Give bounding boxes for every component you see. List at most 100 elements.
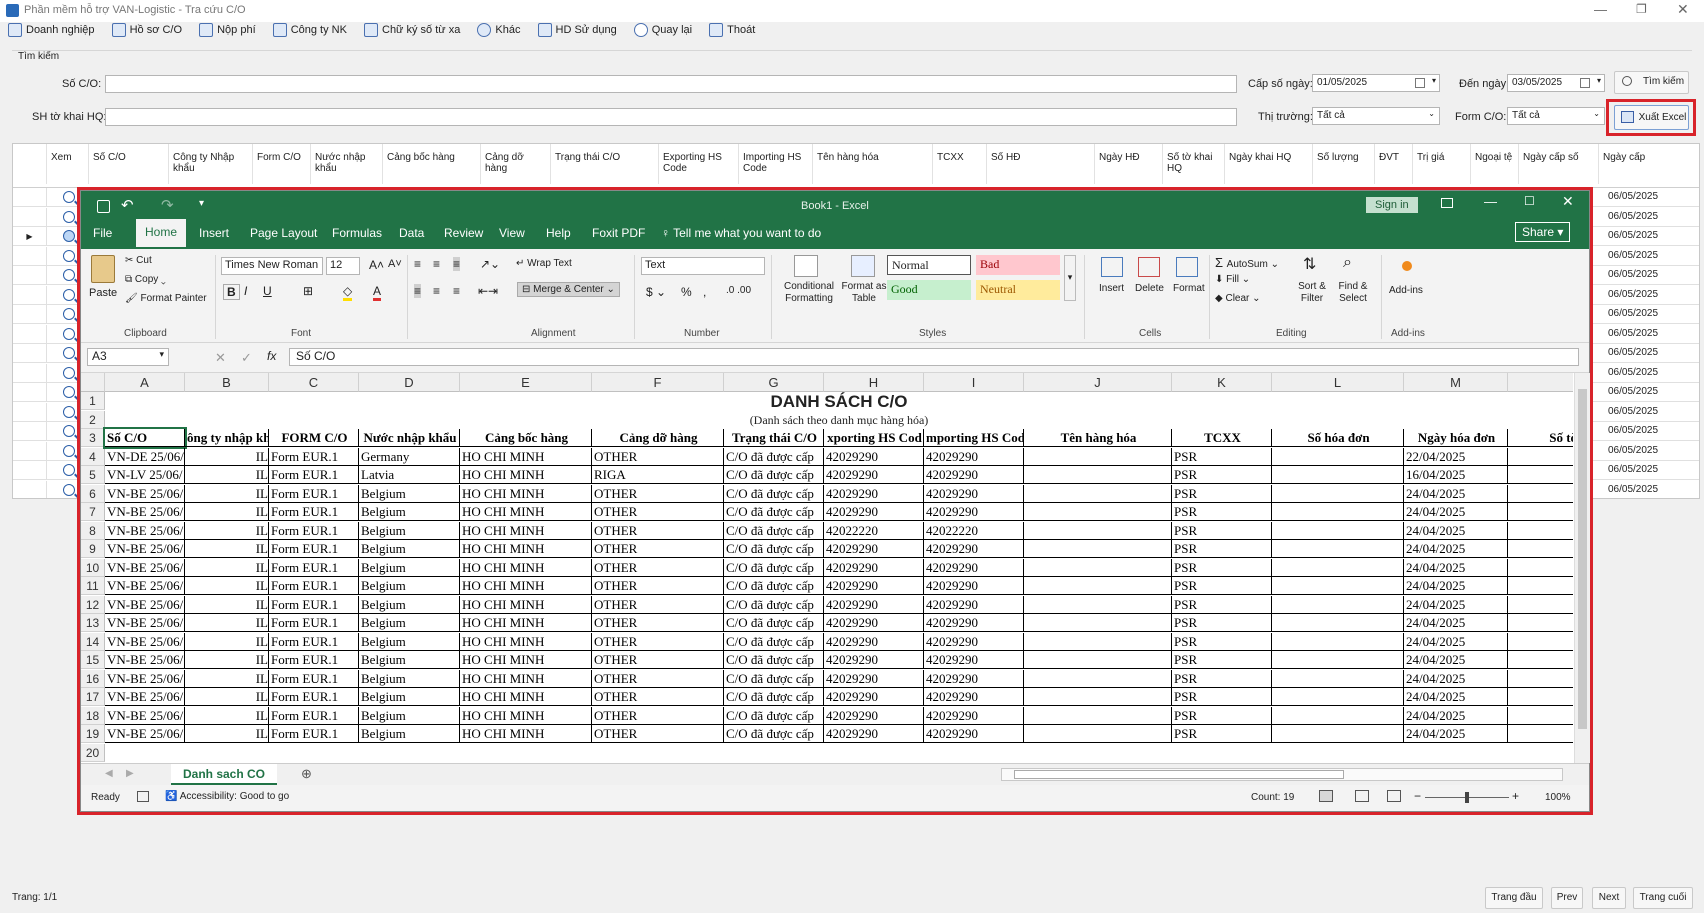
ngay-cap-cell: 06/05/2025 — [1608, 425, 1659, 436]
view-magnifier-icon[interactable] — [63, 308, 75, 320]
grid-col-ngay-khai[interactable]: Ngày khai HQ — [1225, 144, 1313, 184]
grid-col-so-luong[interactable]: Số lượng — [1313, 144, 1375, 184]
ngay-cap-cell: 06/05/2025 — [1608, 269, 1659, 280]
menu-chu-ky-so[interactable]: Chữ ký số từ xa — [364, 23, 460, 37]
view-magnifier-icon[interactable] — [63, 249, 75, 262]
row-indicator — [13, 480, 47, 498]
grid-col-exporting[interactable]: Exporting HS Code — [659, 144, 739, 184]
form-co-select[interactable]: Tất cả ⌄ — [1507, 107, 1605, 125]
grid-header-indicator — [13, 144, 47, 184]
den-ngay-picker[interactable]: 03/05/2025 ▾ — [1507, 74, 1605, 92]
menu-cong-ty-nk[interactable]: Công ty NK — [272, 23, 347, 37]
app-icon — [6, 4, 19, 17]
row-indicator — [13, 324, 47, 344]
minimize-icon[interactable]: — — [1594, 2, 1607, 17]
grid-col-form[interactable]: Form C/O — [253, 144, 311, 184]
grid-header: Xem Số C/O Công ty Nhập khẩu Form C/O Nư… — [13, 144, 1699, 188]
view-magnifier-icon[interactable] — [63, 444, 75, 457]
view-magnifier-icon[interactable] — [63, 327, 75, 340]
view-magnifier-icon[interactable] — [63, 210, 75, 223]
row-indicator — [13, 441, 47, 461]
last-page-button[interactable]: Trang cuối — [1633, 887, 1693, 909]
grid-col-tri-gia[interactable]: Trị giá — [1413, 144, 1471, 184]
menu-thoat[interactable]: Thoát — [709, 23, 755, 37]
grid-col-xem[interactable]: Xem — [47, 144, 89, 184]
prev-page-button[interactable]: Prev — [1551, 887, 1583, 909]
menu-ho-so-co[interactable]: Hồ sơ C/O — [111, 23, 182, 37]
row-indicator: ▶ — [13, 227, 47, 246]
so-co-input[interactable] — [105, 75, 1237, 93]
row-indicator — [13, 305, 47, 324]
row-indicator — [13, 344, 47, 363]
help-icon — [537, 23, 552, 37]
ngay-cap-cell: 06/05/2025 — [1608, 444, 1659, 456]
view-magnifier-icon[interactable] — [63, 425, 75, 437]
grid-col-ngay-hd[interactable]: Ngày HĐ — [1095, 144, 1163, 184]
grid-col-ngay-cap[interactable]: Ngày cấp — [1599, 144, 1699, 184]
first-page-button[interactable]: Trang đầu — [1485, 887, 1543, 909]
row-indicator — [13, 461, 47, 480]
maximize-icon[interactable]: ❐ — [1636, 2, 1647, 16]
form-co-label: Form C/O: — [1455, 111, 1507, 123]
row-indicator — [13, 363, 47, 383]
grid-col-cong-ty[interactable]: Công ty Nhập khẩu — [169, 144, 253, 184]
grid-col-nuoc[interactable]: Nước nhập khẩu — [311, 144, 383, 184]
view-magnifier-icon[interactable] — [63, 288, 75, 301]
menu-nop-phi[interactable]: Nộp phí — [199, 23, 256, 37]
grid-col-dvt[interactable]: ĐVT — [1375, 144, 1413, 184]
grid-col-so-to-khai[interactable]: Số tờ khai HQ — [1163, 144, 1225, 184]
ngay-cap-cell: 06/05/2025 — [1608, 483, 1659, 495]
grid-col-ngoai-te[interactable]: Ngoại tệ — [1471, 144, 1519, 184]
chevron-down-icon: ⌄ — [1428, 109, 1435, 118]
grid-col-so-hd[interactable]: Số HĐ — [987, 144, 1095, 184]
grid-col-cang-boc[interactable]: Cảng bốc hàng — [383, 144, 481, 184]
cap-so-ngay-picker[interactable]: 01/05/2025 ▾ — [1312, 74, 1440, 92]
grid-col-importing[interactable]: Importing HS Code — [739, 144, 813, 184]
ngay-cap-cell: 06/05/2025 — [1608, 230, 1659, 241]
row-indicator — [13, 422, 47, 441]
menu-doanh-nghiep[interactable]: Doanh nghiệp — [8, 23, 95, 37]
gear-icon — [477, 23, 492, 37]
menu-hd-su-dung[interactable]: HD Sử dụng — [537, 23, 617, 37]
grid-col-so-co[interactable]: Số C/O — [89, 144, 169, 184]
ngay-cap-cell: 06/05/2025 — [1608, 405, 1659, 417]
menu-khac[interactable]: Khác — [477, 23, 520, 37]
window-title: Phần mềm hỗ trợ VAN-Logistic - Tra cứu C… — [24, 4, 246, 16]
row-indicator — [13, 246, 47, 266]
ngay-cap-cell: 06/05/2025 — [1608, 308, 1659, 319]
chevron-down-icon: ▾ — [1431, 76, 1436, 85]
view-magnifier-icon[interactable] — [63, 269, 75, 281]
grid-col-trang-thai[interactable]: Trạng thái C/O — [551, 144, 659, 184]
ngay-cap-cell: 06/05/2025 — [1608, 191, 1659, 202]
view-magnifier-icon[interactable] — [63, 386, 75, 398]
view-magnifier-icon[interactable] — [63, 230, 75, 242]
company-icon — [272, 23, 287, 37]
view-magnifier-icon[interactable] — [63, 366, 75, 379]
view-magnifier-icon[interactable] — [63, 191, 75, 203]
cap-so-ngay-label: Cấp số ngày: — [1248, 78, 1313, 90]
grid-col-ten-hang[interactable]: Tên hàng hóa — [813, 144, 933, 184]
chevron-down-icon: ⌄ — [1593, 109, 1600, 118]
ngay-cap-cell: 06/05/2025 — [1608, 464, 1659, 475]
exit-icon — [709, 23, 724, 37]
view-magnifier-icon[interactable] — [63, 464, 75, 476]
ngay-cap-cell: 06/05/2025 — [1608, 210, 1659, 222]
row-indicator — [13, 266, 47, 285]
row-indicator — [13, 402, 47, 422]
row-indicator — [13, 188, 47, 207]
view-magnifier-icon[interactable] — [63, 405, 75, 418]
grid-col-ngay-cap-so[interactable]: Ngày cấp số — [1519, 144, 1599, 184]
signature-icon — [364, 23, 378, 37]
next-page-button[interactable]: Next — [1592, 887, 1626, 909]
grid-col-tcxx[interactable]: TCXX — [933, 144, 987, 184]
menu-quay-lai[interactable]: Quay lại — [633, 23, 692, 37]
view-magnifier-icon[interactable] — [63, 483, 75, 496]
view-magnifier-icon[interactable] — [63, 347, 75, 359]
search-button[interactable]: Tìm kiếm — [1614, 71, 1689, 94]
grid-col-cang-do[interactable]: Cảng dỡ hàng — [481, 144, 551, 184]
close-icon[interactable]: ✕ — [1677, 1, 1689, 18]
sh-to-khai-input[interactable] — [105, 108, 1237, 126]
page-indicator: Trang: 1/1 — [12, 892, 58, 903]
thi-truong-select[interactable]: Tất cả ⌄ — [1312, 107, 1440, 125]
search-group-title: Tìm kiếm — [18, 51, 60, 62]
